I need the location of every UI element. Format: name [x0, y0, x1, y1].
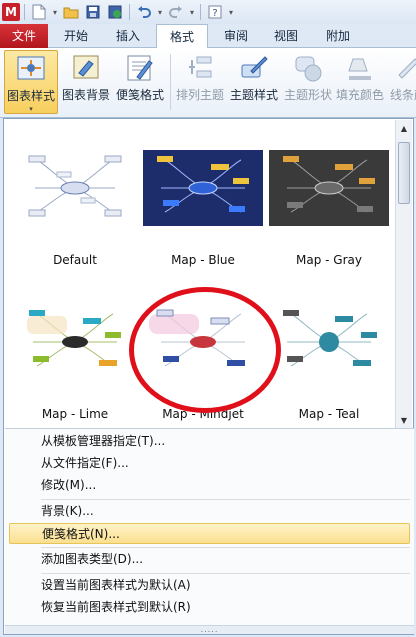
fill-color-icon: [344, 52, 376, 84]
chart-style-button[interactable]: 图表样式 ▾: [4, 50, 58, 114]
gallery-scrollbar[interactable]: ▲ ▼: [395, 120, 412, 428]
style-map-gray-label: Map - Gray: [296, 253, 362, 267]
open-folder-icon[interactable]: [61, 2, 81, 22]
style-map-blue-label: Map - Blue: [171, 253, 235, 267]
style-map-blue[interactable]: Map - Blue: [143, 150, 263, 267]
ribbon-separator: [170, 54, 171, 110]
line-color-button[interactable]: 线条颜: [388, 50, 416, 114]
toolbar-separator: [200, 4, 201, 20]
toolbar-separator: [24, 4, 25, 20]
scrollbar-thumb[interactable]: [398, 142, 410, 204]
chart-background-label: 图表背景: [61, 88, 110, 102]
style-map-blue-preview: [143, 150, 263, 226]
chart-background-icon: [70, 52, 102, 84]
undo-icon[interactable]: [134, 2, 154, 22]
menu-separator: [41, 499, 410, 500]
scroll-down-icon[interactable]: ▼: [396, 412, 412, 428]
tab-format[interactable]: 格式: [156, 24, 208, 49]
tab-insert[interactable]: 插入: [104, 24, 152, 48]
fill-color-label: 填充颜色: [335, 88, 384, 102]
menu-assign-from-template-manager[interactable]: 从模板管理器指定(T)...: [9, 431, 410, 452]
style-map-gray-preview: [269, 150, 389, 226]
scroll-up-icon[interactable]: ▲: [396, 120, 412, 136]
tab-review[interactable]: 审阅: [212, 24, 260, 48]
menu-assign-from-file[interactable]: 从文件指定(F)...: [9, 453, 410, 474]
tab-file[interactable]: 文件: [0, 24, 48, 48]
note-format-icon: [124, 52, 156, 84]
redo-dropdown-icon[interactable]: ▾: [188, 2, 196, 22]
tab-addins[interactable]: 附加: [314, 24, 362, 48]
arrange-topics-icon: [184, 52, 216, 84]
topic-shape-button[interactable]: 主题形状: [282, 50, 334, 114]
chart-style-icon: [15, 53, 47, 85]
menu-background[interactable]: 背景(K)...: [9, 501, 410, 522]
menu-note-format[interactable]: 便笺格式(N)...: [9, 523, 410, 544]
chart-style-gallery: Default Map - Blue Map - Gray Map - Lime…: [5, 120, 395, 428]
style-map-lime-preview: [15, 304, 135, 380]
customize-toolbar-icon[interactable]: ▾: [227, 2, 235, 22]
toolbar-separator: [129, 4, 130, 20]
undo-dropdown-icon[interactable]: ▾: [156, 2, 164, 22]
style-map-gray[interactable]: Map - Gray: [269, 150, 389, 267]
style-map-mindjet[interactable]: Map - Mindjet: [143, 304, 263, 421]
note-format-button[interactable]: 便笺格式: [114, 50, 166, 114]
new-file-icon[interactable]: [29, 2, 49, 22]
note-format-label: 便笺格式: [115, 88, 164, 102]
tab-view[interactable]: 视图: [262, 24, 310, 48]
menu-add-chart-type[interactable]: 添加图表类型(D)...: [9, 549, 410, 570]
style-map-teal-label: Map - Teal: [298, 407, 360, 421]
style-map-teal[interactable]: Map - Teal: [269, 304, 389, 421]
save-sync-icon[interactable]: [105, 2, 125, 22]
help-icon[interactable]: ?: [205, 2, 225, 22]
topic-shape-label: 主题形状: [283, 88, 332, 102]
save-icon[interactable]: [83, 2, 103, 22]
topic-style-button[interactable]: 主题样式: [228, 50, 280, 114]
menu-separator: [41, 573, 410, 574]
style-map-teal-preview: [269, 304, 389, 380]
line-color-icon: [392, 52, 416, 84]
menu-modify[interactable]: 修改(M)...: [9, 475, 410, 496]
arrange-topics-label: 排列主题: [175, 88, 224, 102]
quick-access-toolbar: M ▾ ▾ ▾ ? ▾: [0, 0, 416, 24]
redo-icon[interactable]: [166, 2, 186, 22]
style-map-mindjet-label: Map - Mindjet: [162, 407, 244, 421]
topic-style-label: 主题样式: [229, 88, 278, 102]
svg-text:?: ?: [212, 8, 217, 19]
tab-home[interactable]: 开始: [52, 24, 100, 48]
menu-separator: [41, 547, 410, 548]
chart-background-button[interactable]: 图表背景: [60, 50, 112, 114]
ribbon-tabs: 文件 开始 插入 格式 审阅 视图 附加: [0, 24, 416, 49]
dropdown-arrow-icon[interactable]: ▾: [51, 2, 59, 22]
menu-restore-default-style[interactable]: 恢复当前图表样式到默认(R): [9, 597, 410, 618]
style-default[interactable]: Default: [15, 150, 135, 267]
style-default-preview: [15, 150, 135, 226]
chart-style-menu: 从模板管理器指定(T)... 从文件指定(F)... 修改(M)... 背景(K…: [5, 428, 414, 626]
style-default-label: Default: [53, 253, 97, 267]
arrange-topics-button[interactable]: 排列主题: [174, 50, 226, 114]
resize-grip[interactable]: .....: [5, 625, 414, 634]
format-ribbon: 图表样式 ▾ 图表背景 便笺格式 排列主题 主题样式 主题形状 填充颜色 线条: [0, 48, 416, 118]
app-logo-icon[interactable]: M: [2, 3, 20, 21]
style-map-mindjet-preview: [143, 304, 263, 380]
style-map-lime[interactable]: Map - Lime: [15, 304, 135, 421]
topic-shape-icon: [292, 52, 324, 84]
chart-style-label: 图表样式: [6, 89, 55, 103]
chart-style-dropdown: Default Map - Blue Map - Gray Map - Lime…: [3, 118, 414, 635]
chevron-down-icon: ▾: [29, 105, 33, 113]
line-color-label: 线条颜: [389, 88, 416, 102]
topic-style-icon: [238, 52, 270, 84]
menu-set-default-style[interactable]: 设置当前图表样式为默认(A): [9, 575, 410, 596]
fill-color-button[interactable]: 填充颜色: [334, 50, 386, 114]
style-map-lime-label: Map - Lime: [41, 407, 109, 421]
